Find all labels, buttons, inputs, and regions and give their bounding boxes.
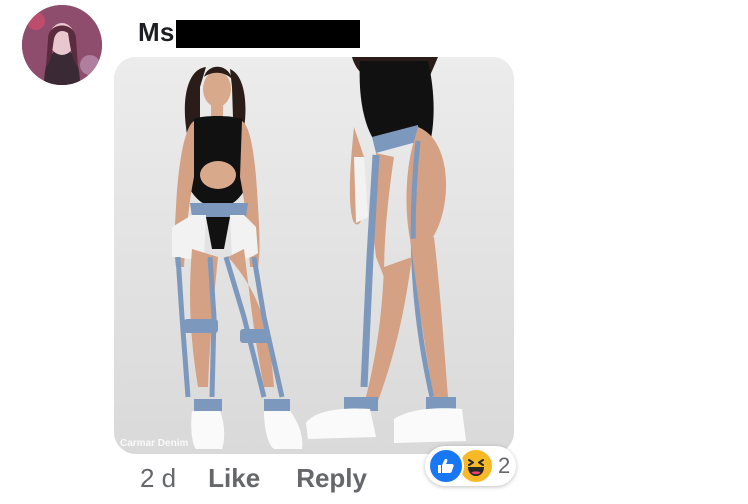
comment-author-name[interactable]: Ms <box>138 17 175 48</box>
like-button[interactable]: Like <box>208 463 260 494</box>
denim-photo-illustration <box>114 57 514 454</box>
reaction-summary[interactable]: 2 <box>425 446 517 486</box>
comment-action-bar: 2 d Like Reply <box>140 459 367 497</box>
reaction-count: 2 <box>498 453 511 478</box>
reply-button[interactable]: Reply <box>296 463 367 494</box>
like-icon <box>428 448 464 484</box>
name-redaction-bar <box>176 20 360 48</box>
avatar[interactable] <box>22 5 102 85</box>
comment-timestamp[interactable]: 2 d <box>140 463 176 494</box>
comment-photo[interactable] <box>114 57 514 454</box>
photo-watermark: Carmar Denim <box>120 438 189 449</box>
avatar-photo <box>22 5 102 85</box>
